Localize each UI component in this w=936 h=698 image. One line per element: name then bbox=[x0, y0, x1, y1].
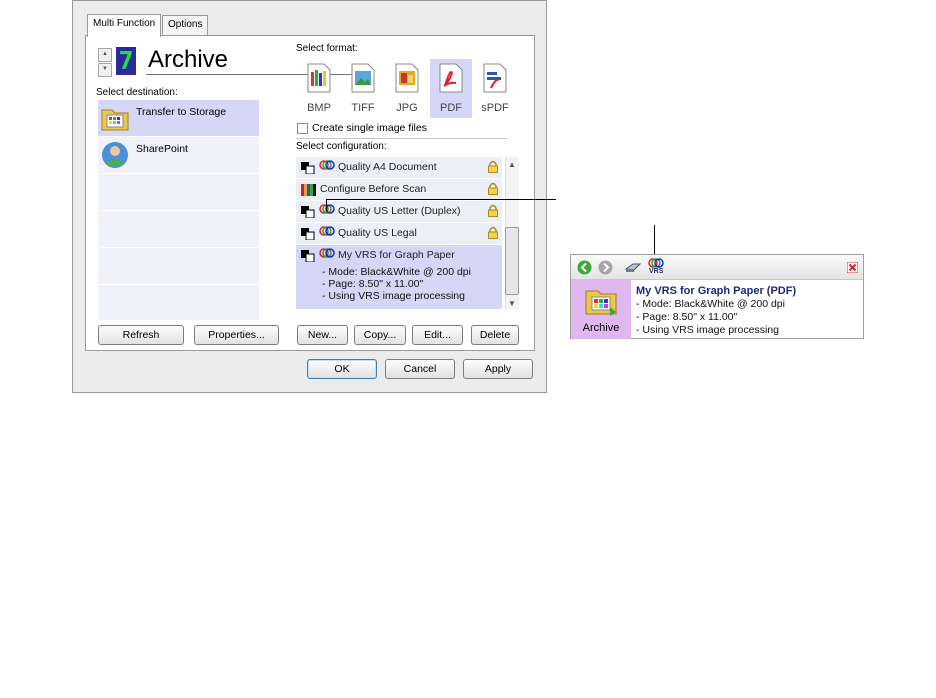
format-label: JPG bbox=[396, 102, 418, 114]
bmp-icon bbox=[307, 63, 331, 93]
format-label: TIFF bbox=[351, 102, 375, 114]
format-label: PDF bbox=[440, 102, 462, 114]
destination-list[interactable]: Transfer to Storage SharePoint bbox=[98, 100, 259, 321]
popup-detail: - Mode: Black&White @ 200 dpi bbox=[636, 298, 785, 310]
destination-number: 7 bbox=[116, 47, 136, 75]
black-white-icon bbox=[301, 250, 315, 262]
lock-icon bbox=[488, 226, 498, 239]
scrollbar-thumb[interactable] bbox=[505, 227, 519, 295]
scanner-icon[interactable] bbox=[625, 261, 641, 273]
vrs-icon bbox=[319, 248, 335, 258]
black-white-icon bbox=[301, 206, 315, 218]
popup-toolbar: VRS bbox=[571, 255, 863, 280]
configuration-label: Configure Before Scan bbox=[320, 183, 427, 195]
edit-button[interactable]: Edit... bbox=[412, 325, 463, 345]
configuration-list[interactable]: Quality A4 Document Configure Before Sca… bbox=[296, 157, 506, 309]
callout-line bbox=[326, 199, 556, 200]
select-configuration-label: Select configuration: bbox=[296, 141, 387, 152]
button-panel-popup: VRS Archive My VRS for Graph Paper (PDF)… bbox=[570, 254, 864, 339]
black-white-icon bbox=[301, 228, 315, 240]
vrs-icon bbox=[319, 226, 335, 236]
select-format-label: Select format: bbox=[296, 43, 358, 54]
popup-detail: - Page: 8.50" x 11.00" bbox=[636, 311, 738, 323]
format-bmp[interactable]: BMP bbox=[298, 59, 340, 118]
ok-button[interactable]: OK bbox=[307, 359, 377, 379]
scroll-up-arrow[interactable]: ▲ bbox=[508, 160, 516, 169]
configuration-detail: - Using VRS image processing bbox=[322, 290, 465, 302]
back-arrow-icon[interactable] bbox=[577, 260, 592, 275]
color-bars-icon bbox=[301, 184, 316, 196]
spin-up-button[interactable]: ▲ bbox=[98, 48, 112, 62]
destination-empty-row bbox=[98, 248, 259, 285]
close-icon[interactable] bbox=[847, 262, 858, 273]
destination-empty-row bbox=[98, 174, 259, 211]
configuration-item[interactable]: Quality US Legal bbox=[296, 223, 502, 244]
format-spdf[interactable]: sPDF bbox=[474, 59, 516, 118]
copy-button[interactable]: Copy... bbox=[354, 325, 406, 345]
destination-item-label: Transfer to Storage bbox=[136, 106, 227, 118]
select-destination-label: Select destination: bbox=[96, 87, 178, 98]
single-image-label: Create single image files bbox=[312, 122, 427, 134]
folder-icon bbox=[585, 290, 617, 316]
popup-title: My VRS for Graph Paper (PDF) bbox=[636, 285, 797, 297]
destination-empty-row bbox=[98, 285, 259, 321]
configuration-item[interactable]: Configure Before Scan bbox=[296, 179, 502, 200]
configuration-detail: - Mode: Black&White @ 200 dpi bbox=[322, 266, 471, 278]
refresh-button[interactable]: Refresh bbox=[98, 325, 184, 345]
configuration-item[interactable]: Quality A4 Document bbox=[296, 157, 502, 178]
vrs-icon bbox=[319, 160, 335, 170]
popup-destination-tile[interactable]: Archive bbox=[571, 280, 631, 339]
apply-button[interactable]: Apply bbox=[463, 359, 533, 379]
destination-item-sharepoint[interactable]: SharePoint bbox=[98, 137, 259, 174]
destination-empty-row bbox=[98, 211, 259, 248]
configuration-label: Quality US Letter (Duplex) bbox=[338, 205, 461, 217]
configuration-item-selected[interactable]: My VRS for Graph Paper - Mode: Black&Whi… bbox=[296, 245, 502, 309]
lock-icon bbox=[488, 204, 498, 217]
lock-icon bbox=[488, 160, 498, 173]
spin-down-button[interactable]: ▼ bbox=[98, 63, 112, 77]
format-label: BMP bbox=[307, 102, 331, 114]
pdf-icon bbox=[439, 63, 463, 93]
format-label: sPDF bbox=[481, 102, 509, 114]
tab-options[interactable]: Options bbox=[162, 15, 209, 36]
format-jpg[interactable]: JPG bbox=[386, 59, 428, 118]
folder-icon bbox=[101, 109, 129, 131]
popup-detail: - Using VRS image processing bbox=[636, 324, 779, 336]
destination-item-label: SharePoint bbox=[136, 143, 188, 155]
tab-multi-function[interactable]: Multi Function bbox=[87, 14, 162, 37]
black-white-icon bbox=[301, 162, 315, 174]
sharepoint-icon bbox=[102, 142, 128, 168]
single-image-checkbox[interactable] bbox=[297, 123, 308, 134]
callout-line bbox=[326, 199, 327, 211]
scroll-down-arrow[interactable]: ▼ bbox=[508, 299, 516, 308]
destination-item-transfer-to-storage[interactable]: Transfer to Storage bbox=[98, 100, 259, 137]
popup-destination-label: Archive bbox=[582, 322, 620, 334]
configuration-label: Quality US Legal bbox=[338, 227, 417, 239]
vrs-badge: VRS bbox=[649, 268, 664, 275]
properties-button[interactable]: Properties... bbox=[194, 325, 279, 345]
new-button[interactable]: New... bbox=[297, 325, 348, 345]
lock-icon bbox=[488, 182, 498, 195]
jpg-icon bbox=[395, 63, 419, 93]
callout-line bbox=[654, 225, 655, 255]
cancel-button[interactable]: Cancel bbox=[385, 359, 455, 379]
spdf-icon bbox=[483, 63, 507, 93]
forward-arrow-icon[interactable] bbox=[598, 260, 613, 275]
configuration-label: Quality A4 Document bbox=[338, 161, 437, 173]
format-pdf[interactable]: PDF bbox=[430, 59, 472, 118]
format-tiff[interactable]: TIFF bbox=[342, 59, 384, 118]
vrs-icon bbox=[319, 204, 335, 214]
configuration-detail: - Page: 8.50" x 11.00" bbox=[322, 278, 424, 290]
delete-button[interactable]: Delete bbox=[471, 325, 519, 345]
configuration-label: My VRS for Graph Paper bbox=[338, 249, 455, 261]
divider bbox=[296, 138, 508, 139]
tiff-icon bbox=[351, 63, 375, 93]
